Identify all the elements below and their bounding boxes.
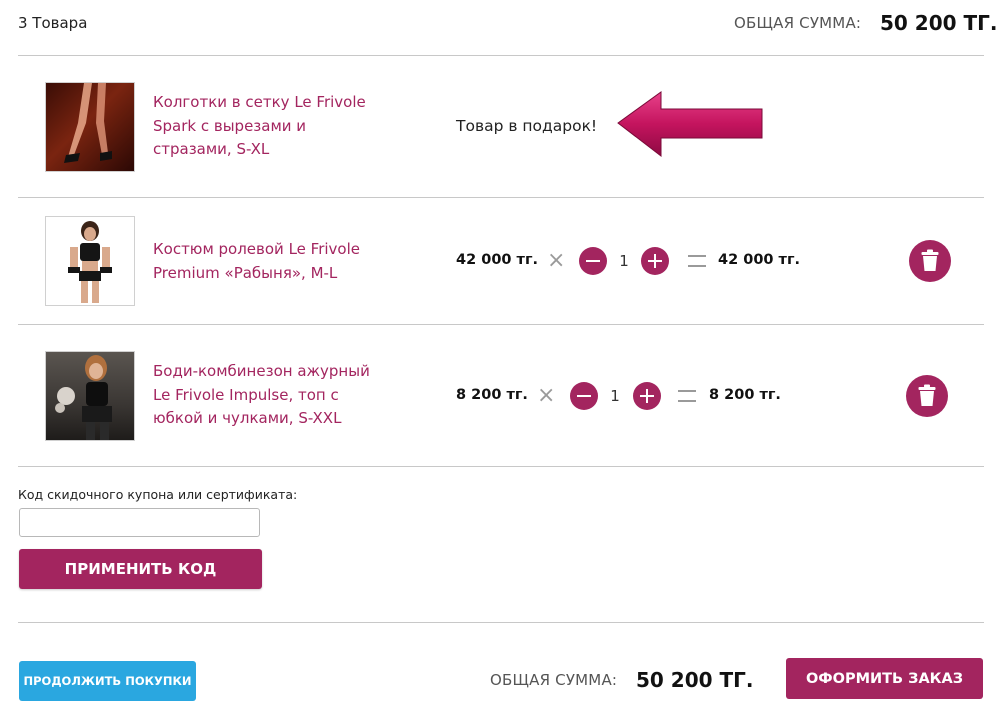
arrow-left-icon: [617, 91, 763, 158]
header-total-value: 50 200 ТГ.: [880, 11, 998, 35]
product-name-link[interactable]: Костюм ролевой Le Frivole Premium «Рабын…: [153, 238, 360, 285]
minus-icon[interactable]: [579, 247, 607, 275]
footer-total-value: 50 200 ТГ.: [636, 668, 754, 692]
header-total-label: ОБЩАЯ СУММА:: [734, 14, 862, 32]
trash-icon[interactable]: [909, 240, 951, 282]
gift-note: Товар в подарок!: [456, 117, 598, 135]
divider: [18, 55, 984, 56]
line-subtotal: 42 000 тг.: [718, 252, 801, 268]
plus-icon[interactable]: [641, 247, 669, 275]
trash-icon[interactable]: [906, 375, 948, 417]
equals-icon: [688, 255, 706, 267]
coupon-label: Код скидочного купона или сертификата:: [18, 487, 298, 502]
footer-total-label: ОБЩАЯ СУММА:: [490, 671, 618, 689]
times-icon: ×: [537, 383, 556, 408]
checkout-button[interactable]: ОФОРМИТЬ ЗАКАЗ: [786, 658, 983, 699]
divider: [18, 197, 984, 198]
apply-coupon-button[interactable]: ПРИМЕНИТЬ КОД: [19, 549, 262, 589]
divider: [18, 324, 984, 325]
coupon-input[interactable]: [19, 508, 260, 537]
unit-price: 42 000 тг.: [456, 252, 539, 268]
times-icon: ×: [547, 248, 566, 273]
minus-icon[interactable]: [570, 382, 598, 410]
continue-shopping-button[interactable]: ПРОДОЛЖИТЬ ПОКУПКИ: [19, 661, 196, 701]
product-image-tights[interactable]: [45, 82, 135, 172]
line-subtotal: 8 200 тг.: [709, 387, 781, 403]
unit-price: 8 200 тг.: [456, 387, 528, 403]
product-image-costume[interactable]: [45, 216, 135, 306]
quantity-value[interactable]: 1: [614, 252, 634, 270]
product-name-link[interactable]: Колготки в сетку Le Frivole Spark с выре…: [153, 91, 366, 162]
product-name-link[interactable]: Боди-комбинезон ажурный Le Frivole Impul…: [153, 360, 370, 431]
equals-icon: [678, 390, 696, 402]
quantity-value[interactable]: 1: [605, 387, 625, 405]
product-image-bodysuit[interactable]: [45, 351, 135, 441]
divider: [18, 622, 984, 623]
plus-icon[interactable]: [633, 382, 661, 410]
divider: [18, 466, 984, 467]
cart-item-count: 3 Товара: [18, 14, 88, 32]
